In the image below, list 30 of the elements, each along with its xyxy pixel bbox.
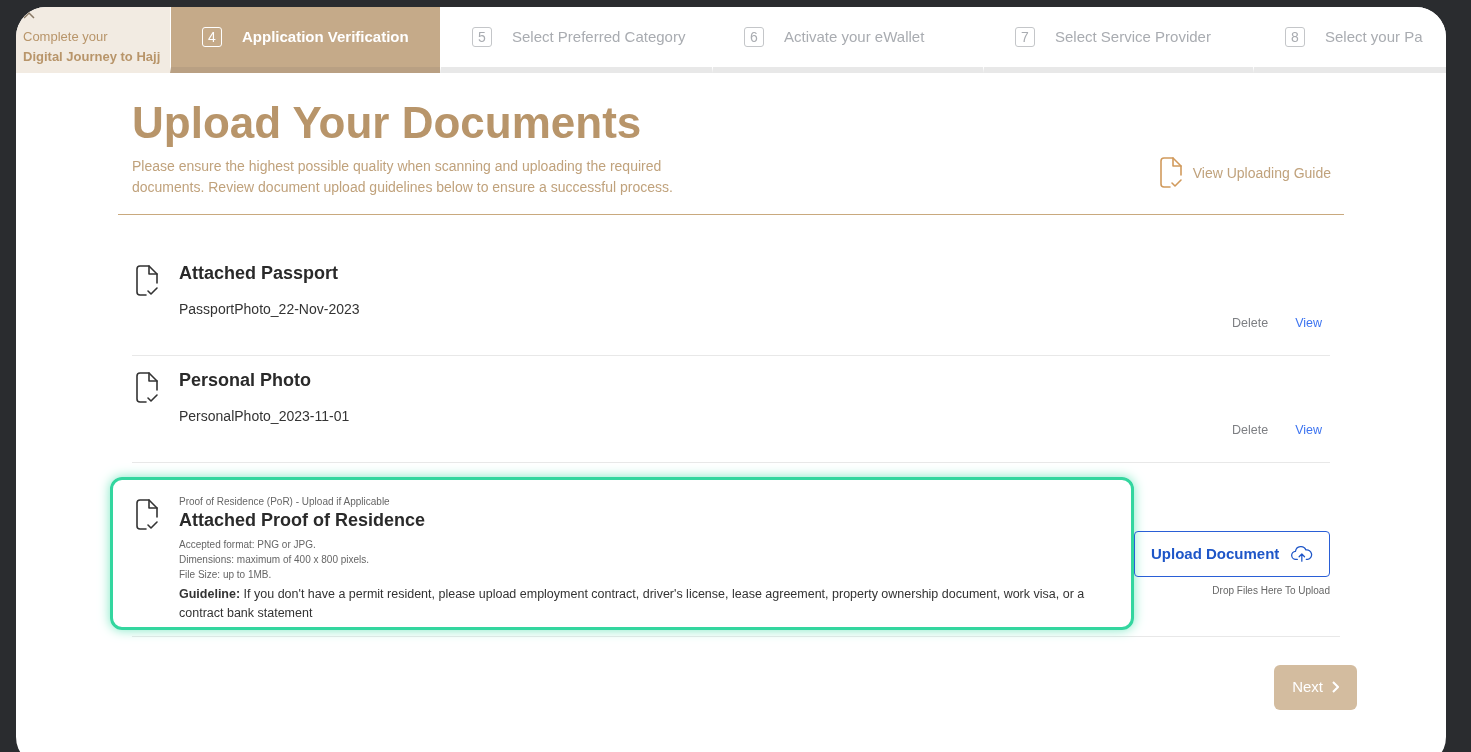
file-name: PersonalPhoto_2023-11-01 bbox=[179, 407, 350, 426]
step-tab[interactable]: 8 Select your Pa bbox=[1253, 7, 1446, 73]
document-title: Attached Passport bbox=[179, 262, 340, 285]
chevron-up-icon[interactable] bbox=[23, 11, 35, 19]
view-link[interactable]: View bbox=[1295, 421, 1322, 440]
document-title: Attached Proof of Residence bbox=[179, 509, 427, 532]
document-check-icon bbox=[135, 264, 161, 298]
requirement-text: File Size: up to 1MB. bbox=[179, 567, 273, 582]
document-check-icon bbox=[135, 371, 161, 405]
requirement-text: Accepted format: PNG or JPG. bbox=[179, 537, 317, 552]
document-caption: Proof of Residence (PoR) - Upload if Applicable bbox=[179, 495, 391, 509]
journey-title: Digital Journey to Hajj bbox=[23, 47, 162, 66]
upload-button[interactable]: Upload Document bbox=[1134, 530, 1330, 577]
view-guide-link[interactable]: View Uploading Guide bbox=[1158, 156, 1331, 190]
delete-link[interactable]: Delete bbox=[1232, 421, 1269, 440]
view-link[interactable]: View bbox=[1295, 314, 1322, 333]
drop-hint: Drop Files Here To Upload bbox=[1212, 583, 1330, 598]
delete-link[interactable]: Delete bbox=[1232, 314, 1269, 333]
page-title: Upload Your Documents bbox=[132, 97, 643, 149]
chevron-right-icon bbox=[1331, 681, 1339, 693]
document-check-icon bbox=[135, 498, 161, 532]
document-title: Personal Photo bbox=[179, 369, 313, 392]
guideline-text: Guideline: If you don't have a permit resident, please upload employment contract, driver's license, lease agreement, property ownership document, work visa, or a contract bank statement bbox=[179, 585, 1086, 622]
cloud-upload-icon bbox=[1291, 543, 1313, 564]
document-check-icon bbox=[1158, 156, 1185, 190]
step-tab[interactable]: 4 Application Verification bbox=[170, 7, 440, 73]
journey-caption: Complete your bbox=[23, 28, 109, 46]
intro-text: Please ensure the highest possible quality when scanning and uploading the required documents. Review document upload guidelines below to ensure a successful process. bbox=[132, 157, 674, 197]
requirement-text: Dimensions: maximum of 400 x 800 pixels. bbox=[179, 552, 371, 567]
file-name: PassportPhoto_22-Nov-2023 bbox=[179, 300, 360, 319]
